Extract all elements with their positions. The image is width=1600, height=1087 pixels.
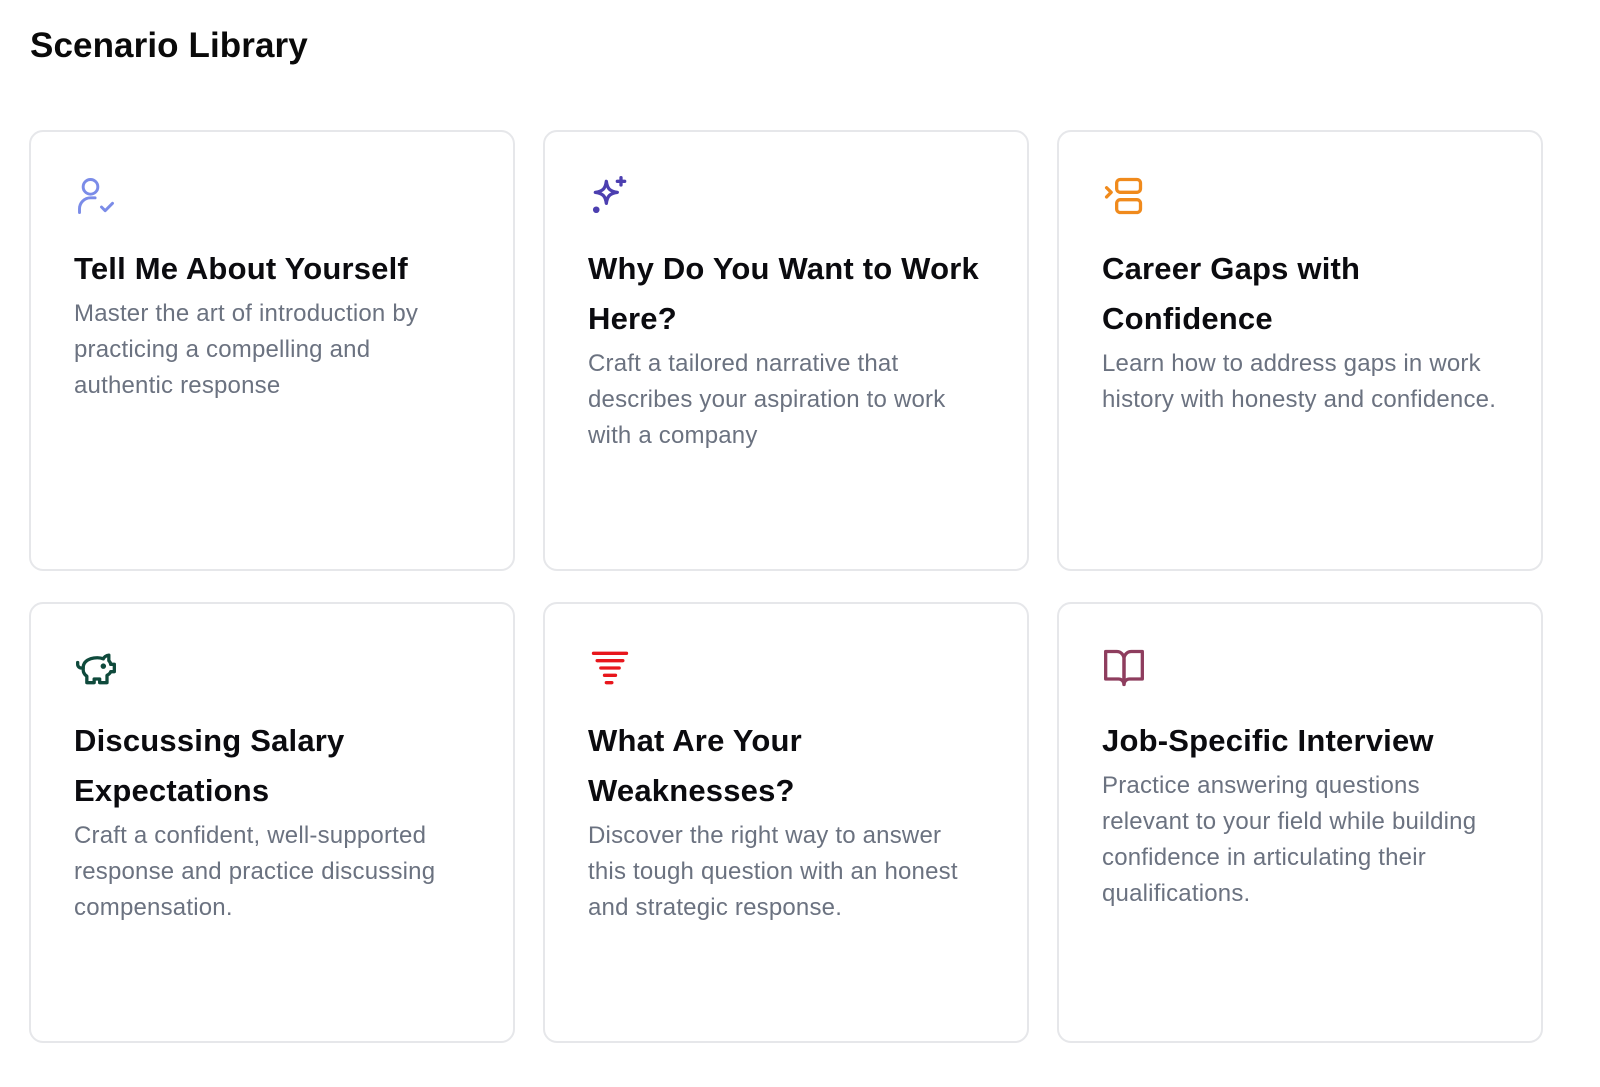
scenario-grid: Tell Me About Yourself Master the art of…: [29, 130, 1575, 1043]
tornado-icon: [588, 646, 632, 690]
card-title: Why Do You Want to Work Here?: [588, 251, 979, 336]
card-title: Career Gaps with Confidence: [1102, 251, 1361, 336]
scenario-card-tell-me-about-yourself[interactable]: Tell Me About Yourself Master the art of…: [29, 130, 515, 571]
list-indent-icon: [1102, 174, 1146, 218]
page-title: Scenario Library: [30, 26, 308, 65]
card-title: What Are Your Weaknesses?: [588, 723, 802, 808]
card-title: Job-Specific Interview: [1102, 723, 1434, 758]
card-description: Discover the right way to answer this to…: [588, 822, 958, 921]
card-description: Learn how to address gaps in work histor…: [1102, 350, 1497, 413]
user-check-icon: [74, 174, 118, 218]
card-description: Craft a tailored narrative that describe…: [588, 350, 946, 449]
scenario-card-why-work-here[interactable]: Why Do You Want to Work Here? Craft a ta…: [543, 130, 1029, 571]
card-title: Tell Me About Yourself: [74, 251, 408, 286]
card-description: Craft a confident, well-supported respon…: [74, 822, 436, 921]
scenario-card-job-specific[interactable]: Job-Specific Interview Practice answerin…: [1057, 602, 1543, 1043]
piggy-bank-icon: [74, 646, 118, 690]
card-description: Practice answering questions relevant to…: [1102, 772, 1477, 907]
sparkles-icon: [588, 174, 632, 218]
card-title: Discussing Salary Expectations: [74, 723, 345, 808]
book-open-icon: [1102, 646, 1146, 690]
card-description: Master the art of introduction by practi…: [74, 300, 419, 399]
scenario-card-salary-expectations[interactable]: Discussing Salary Expectations Craft a c…: [29, 602, 515, 1043]
scenario-card-career-gaps[interactable]: Career Gaps with Confidence Learn how to…: [1057, 130, 1543, 571]
scenario-card-weaknesses[interactable]: What Are Your Weaknesses? Discover the r…: [543, 602, 1029, 1043]
